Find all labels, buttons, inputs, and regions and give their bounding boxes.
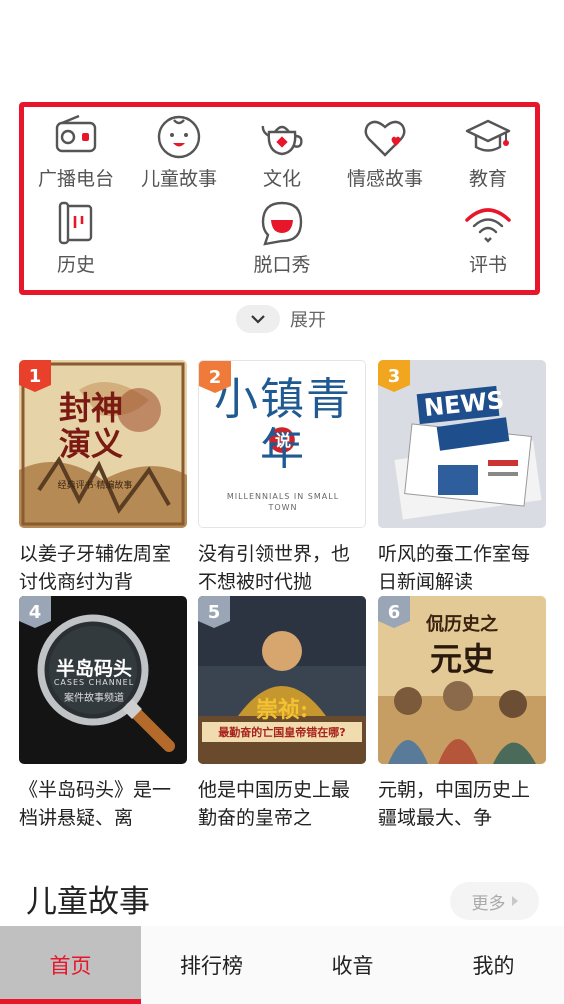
- more-button[interactable]: 更多: [450, 882, 539, 920]
- cover-sub: 最勤奋的亡国皇帝错在哪?: [202, 722, 362, 742]
- card-description: 以姜子牙辅佐周室讨伐商纣为背: [19, 543, 172, 593]
- cover-title: 崇祯:: [255, 697, 309, 723]
- chevron-right-icon: [511, 896, 518, 906]
- cover-stamp: 说: [274, 431, 291, 450]
- cover-image: 半岛码头 CASES CHANNEL 案件故事频道 4: [19, 596, 187, 764]
- category-storytelling[interactable]: 评书: [433, 198, 543, 278]
- ranking-card-6[interactable]: 侃历史之 元史 6 元朝，中国历史上疆域最大、争: [378, 596, 546, 832]
- expand-label: 展开: [290, 310, 326, 331]
- cover-sub: 元史: [429, 640, 494, 678]
- category-label: 评书: [468, 254, 507, 276]
- tab-ranking[interactable]: 排行榜: [141, 926, 282, 1004]
- heart-icon: [364, 120, 406, 157]
- scroll-icon: [58, 201, 93, 245]
- card-description: 没有引领世界，也不想被时代抛: [198, 543, 351, 593]
- ranking-card-5[interactable]: 崇祯: 最勤奋的亡国皇帝错在哪? 5 他是中国历史上最勤奋的皇帝之: [198, 596, 366, 832]
- category-label: 文化: [262, 168, 301, 190]
- cover-image: 崇祯: 最勤奋的亡国皇帝错在哪? 5: [198, 596, 366, 764]
- ranking-card-3[interactable]: NEWS 3 听风的蚕工作室每日新闻解读: [378, 360, 546, 596]
- cover-sub: 经典评书·精编故事: [58, 479, 133, 491]
- expand-toggle[interactable]: 展开: [236, 304, 326, 334]
- tab-home[interactable]: 首页: [0, 926, 141, 1004]
- ranking-card-2[interactable]: 小镇青年 说 MILLENNIALS IN SMALL TOWN 2 没有引领世…: [198, 360, 366, 596]
- tab-mine[interactable]: 我的: [423, 926, 564, 1004]
- card-description: 他是中国历史上最勤奋的皇帝之: [198, 779, 351, 829]
- category-emotion-stories[interactable]: 情感故事: [330, 112, 440, 192]
- category-radio[interactable]: 广播电台: [21, 112, 131, 192]
- category-label: 历史: [56, 254, 95, 276]
- cover-title: 小镇青年: [214, 374, 352, 475]
- speech-bubble-icon: [261, 201, 303, 246]
- category-history[interactable]: 历史: [21, 198, 131, 278]
- category-label: 情感故事: [346, 168, 423, 190]
- card-description: 《半岛码头》是一档讲悬疑、离: [19, 779, 172, 829]
- cover-sub2: 案件故事频道: [64, 693, 124, 704]
- fan-icon: [465, 208, 511, 243]
- radio-icon: [55, 114, 97, 153]
- cover-image: 侃历史之 元史 6: [378, 596, 546, 764]
- cover-sub: MILLENNIALS IN SMALL TOWN: [226, 492, 340, 512]
- child-face-icon: [157, 115, 201, 159]
- teapot-icon: [261, 125, 303, 156]
- graduation-cap-icon: [465, 119, 511, 152]
- ranking-card-4[interactable]: 半岛码头 CASES CHANNEL 案件故事频道 4 《半岛码头》是一档讲悬疑…: [19, 596, 187, 832]
- chevron-down-icon: [236, 305, 280, 333]
- category-education[interactable]: 教育: [433, 112, 543, 192]
- cover-title: 封神演义: [59, 389, 124, 463]
- cover-sub: CASES CHANNEL: [53, 678, 135, 687]
- category-label: 广播电台: [37, 168, 114, 190]
- category-label: 脱口秀: [253, 254, 311, 276]
- status-area: [0, 0, 564, 100]
- tab-radio[interactable]: 收音: [282, 926, 423, 1004]
- cover-image: 经典评书·精编故事 封神演义 1: [19, 360, 187, 528]
- cover-title: 半岛码头: [55, 658, 132, 680]
- category-culture[interactable]: 文化: [227, 112, 337, 192]
- category-label: 教育: [468, 168, 507, 190]
- section-title: 儿童故事: [26, 884, 150, 920]
- cover-image: NEWS 3: [378, 360, 546, 528]
- cover-image: 小镇青年 说 MILLENNIALS IN SMALL TOWN 2: [198, 360, 366, 528]
- category-child-stories[interactable]: 儿童故事: [124, 112, 234, 192]
- card-description: 元朝，中国历史上疆域最大、争: [378, 779, 531, 829]
- category-label: 儿童故事: [140, 168, 217, 190]
- category-talk-show[interactable]: 脱口秀: [227, 198, 337, 278]
- more-label: 更多: [471, 893, 506, 914]
- bottom-tab-bar: 首页 排行榜 收音 我的: [0, 926, 564, 1004]
- ranking-card-1[interactable]: 经典评书·精编故事 封神演义 1 以姜子牙辅佐周室讨伐商纣为背: [19, 360, 187, 596]
- card-description: 听风的蚕工作室每日新闻解读: [378, 543, 531, 593]
